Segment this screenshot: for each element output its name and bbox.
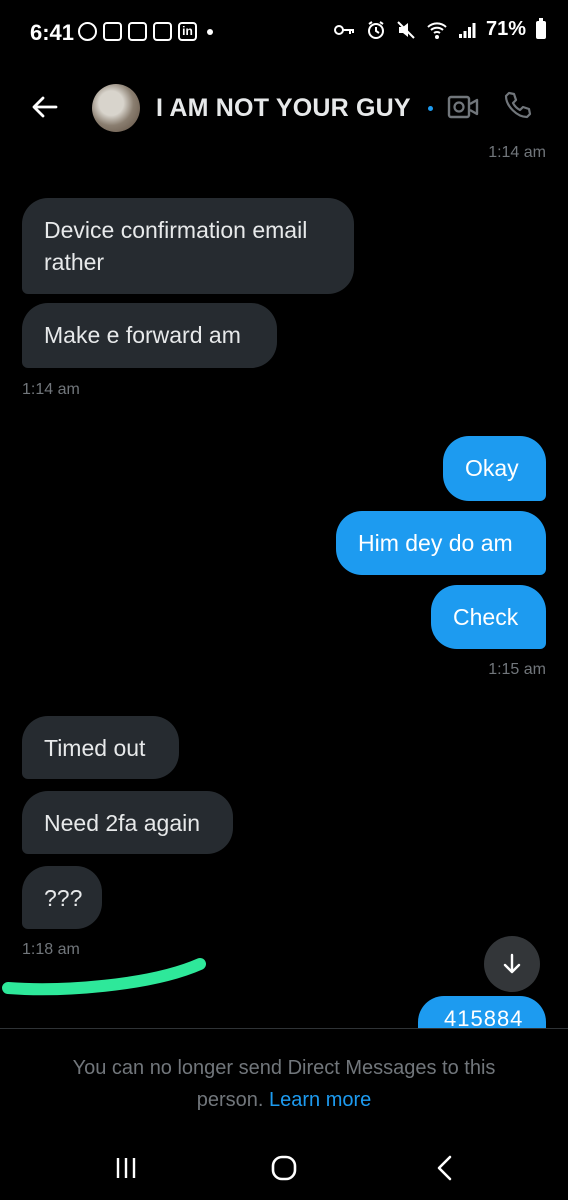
more-notifications-dot bbox=[207, 28, 213, 35]
avatar[interactable] bbox=[92, 84, 140, 132]
verified-dot bbox=[428, 106, 433, 111]
status-bar: 6:41 in 71% bbox=[0, 0, 568, 70]
phone-icon bbox=[504, 91, 532, 119]
mute-icon bbox=[396, 20, 416, 40]
app-icon bbox=[103, 22, 122, 41]
recents-button[interactable] bbox=[114, 1156, 138, 1185]
signal-icon bbox=[458, 21, 476, 39]
facebook-icon bbox=[78, 22, 97, 41]
system-back-button[interactable] bbox=[434, 1154, 456, 1187]
battery-percent: 71% bbox=[485, 18, 526, 40]
vpn-key-icon bbox=[333, 23, 356, 37]
notification-icons: in bbox=[78, 22, 213, 41]
conversation-header: I AM NOT YOUR GUY bbox=[0, 70, 568, 145]
incoming-message[interactable]: ??? bbox=[22, 866, 102, 929]
outgoing-message[interactable]: Okay bbox=[443, 436, 546, 501]
battery-icon bbox=[536, 17, 546, 39]
chevron-left-icon bbox=[437, 1155, 452, 1181]
incoming-message[interactable]: Timed out bbox=[22, 716, 179, 779]
incoming-message[interactable]: Make e forward am bbox=[22, 303, 277, 368]
voice-call-button[interactable] bbox=[503, 90, 533, 125]
back-button[interactable] bbox=[28, 90, 62, 124]
dm-disabled-notice: You can no longer send Direct Messages t… bbox=[40, 1052, 528, 1116]
video-camera-icon bbox=[447, 95, 479, 119]
video-call-button[interactable] bbox=[447, 94, 479, 125]
partial-message-area: 415884 bbox=[0, 990, 568, 1028]
conversation-title[interactable]: I AM NOT YOUR GUY bbox=[156, 94, 411, 123]
arrow-left-icon bbox=[32, 96, 58, 118]
message-timestamp: 1:15 am bbox=[488, 661, 546, 678]
recents-icon bbox=[116, 1158, 136, 1178]
system-navigation-bar bbox=[0, 1130, 568, 1200]
scroll-to-bottom-button[interactable] bbox=[484, 936, 540, 992]
outgoing-message[interactable]: Him dey do am bbox=[336, 511, 546, 575]
alarm-icon bbox=[366, 20, 386, 40]
home-icon bbox=[271, 1155, 297, 1181]
outgoing-message[interactable]: Check bbox=[431, 585, 546, 649]
app-icon bbox=[128, 22, 147, 41]
wifi-icon bbox=[426, 20, 448, 40]
incoming-message[interactable]: Need 2fa again bbox=[22, 791, 233, 854]
divider bbox=[0, 1028, 568, 1029]
home-button[interactable] bbox=[270, 1154, 298, 1187]
message-timestamp: 1:14 am bbox=[22, 381, 80, 398]
arrow-down-icon bbox=[503, 953, 521, 974]
message-timestamp: 1:14 am bbox=[488, 144, 546, 161]
incoming-message[interactable]: Device confirmation email rather bbox=[22, 198, 354, 294]
app-icon bbox=[153, 22, 172, 41]
status-icons: 71% bbox=[333, 17, 546, 41]
status-time: 6:41 bbox=[30, 20, 75, 45]
learn-more-link[interactable]: Learn more bbox=[269, 1089, 371, 1111]
outgoing-message[interactable]: 415884 bbox=[418, 996, 546, 1028]
linkedin-icon: in bbox=[178, 22, 197, 41]
